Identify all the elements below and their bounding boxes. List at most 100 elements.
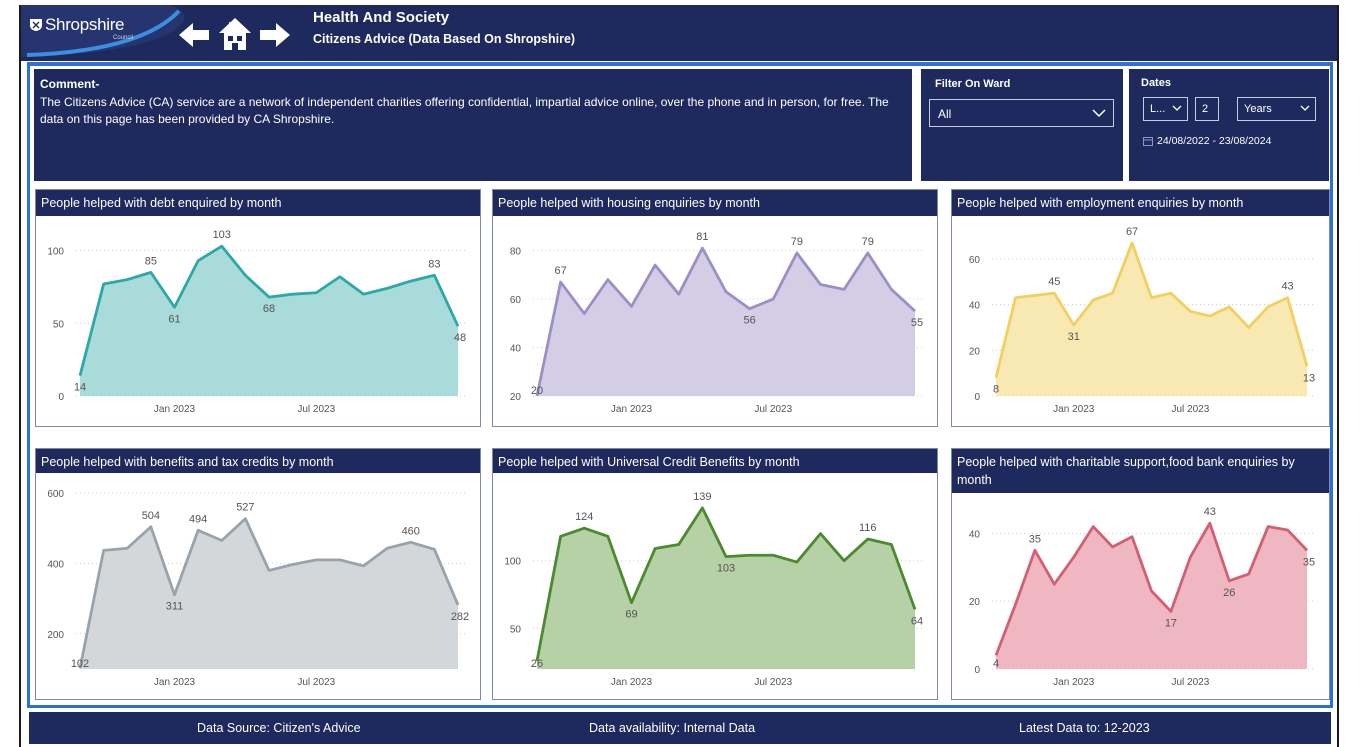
comment-title: Comment- [40,77,100,91]
data-label: 4 [993,658,999,670]
data-label: 103 [717,563,735,575]
date-number-input[interactable]: 2 [1195,97,1219,121]
series-area [996,242,1307,396]
universal-credit-chart: 50 100 Jan 2023 Jul 2023 26 124 69 139 103 116 64 [504,491,923,688]
data-label: 61 [168,313,180,325]
data-label: 85 [145,255,157,267]
series-area [537,248,915,396]
data-label: 81 [696,231,708,243]
debt-chart: 0 50 100 Jan 2023 Jul 2023 14 85 61 103 68 83 48 [47,229,466,415]
y-tick-label: 40 [969,301,981,312]
chart-title: People helped with housing enquiries by … [493,190,937,216]
data-label: 79 [791,236,803,248]
data-label: 14 [74,382,86,394]
data-label: 79 [862,236,874,248]
logo-text: Shropshire [45,15,125,34]
y-tick-label: 100 [504,557,521,568]
comment-body: The Citizens Advice (CA) service are a n… [40,95,889,126]
data-label: 102 [71,658,89,670]
y-tick-label: 600 [47,489,64,500]
logo-subtext: Council [113,35,134,41]
chart-card-housing: People helped with housing enquiries by … [492,189,938,427]
x-tick-label: Jul 2023 [1171,677,1209,688]
data-label: 67 [555,265,567,277]
data-label: 311 [166,601,184,613]
y-tick-label: 0 [974,392,980,403]
date-number-value: 2 [1202,103,1209,115]
data-label: 282 [451,611,469,623]
page-subtitle: Citizens Advice (Data Based On Shropshir… [313,32,576,46]
data-label: 35 [1029,533,1041,545]
ward-filter-dropdown[interactable]: All [929,99,1114,127]
chart-title: People helped with debt enquired by mont… [36,190,480,216]
y-tick-label: 40 [969,529,981,540]
date-unit-value: Years [1244,103,1272,115]
data-label: 31 [1068,331,1080,343]
chevron-down-icon [1092,109,1106,118]
y-tick-label: 0 [58,392,64,403]
y-tick-label: 200 [47,630,64,641]
header-bar: Shropshire Council Health And Society Ci… [21,5,1337,61]
data-label: 13 [1303,372,1315,384]
dates-filter-panel: Dates L... 2 Years 24/08/2022 - 23/08/20… [1129,69,1329,181]
chevron-down-icon [1300,105,1310,111]
footer-bar: Data Source: Citizen's Advice Data avail… [29,712,1331,744]
y-tick-label: 20 [969,597,981,608]
data-label: 139 [693,491,711,503]
data-label: 35 [1303,556,1315,568]
x-tick-label: Jan 2023 [1053,404,1095,415]
date-mode-dropdown[interactable]: L... [1143,97,1188,121]
y-tick-label: 80 [510,247,522,258]
benefits-chart: 200 400 600 Jan 2023 Jul 2023 102 504 311 494 527… [47,489,469,688]
x-tick-label: Jul 2023 [754,677,792,688]
chevron-down-icon [1172,105,1182,111]
chart-card-universal-credit: People helped with Universal Credit Bene… [492,448,938,700]
x-tick-label: Jul 2023 [754,404,792,415]
data-label: 17 [1165,617,1177,629]
date-mode-value: L... [1150,103,1166,115]
data-label: 116 [859,522,877,534]
charitable-chart: 0 20 40 Jan 2023 Jul 2023 4 35 17 43 26 35 [969,506,1315,688]
data-label: 56 [744,315,756,327]
ward-filter-label: Filter On Ward [935,78,1011,90]
y-tick-label: 400 [47,559,64,570]
series-area [80,246,458,396]
data-label: 26 [1223,587,1235,599]
y-tick-label: 20 [510,392,522,403]
housing-chart: 20 40 60 80 Jan 2023 Jul 2023 20 67 81 56 79 79 55 [510,231,923,415]
y-tick-label: 50 [53,319,65,330]
data-label: 494 [189,513,207,525]
home-icon[interactable] [217,16,253,52]
data-label: 55 [911,317,923,329]
comment-panel: Comment- The Citizens Advice (CA) servic… [34,69,912,181]
y-tick-label: 20 [969,346,981,357]
ward-filter-panel: Filter On Ward All [921,69,1123,181]
y-tick-label: 40 [510,344,522,355]
data-label: 64 [911,615,923,627]
chart-title: People helped with charitable support,fo… [952,449,1329,493]
footer-data-source: Data Source: Citizen's Advice [197,721,361,735]
ward-filter-value: All [938,107,952,121]
data-label: 43 [1204,506,1216,518]
x-tick-label: Jan 2023 [611,677,653,688]
data-label: 527 [236,502,254,514]
data-label: 504 [142,510,160,522]
date-range-text: 24/08/2022 - 23/08/2024 [1143,135,1271,147]
chart-title: People helped with Universal Credit Bene… [493,449,937,473]
data-label: 68 [263,303,275,315]
data-label: 43 [1281,281,1293,293]
data-label: 83 [428,258,440,270]
page-title: Health And Society [313,9,450,26]
x-tick-label: Jul 2023 [1171,404,1209,415]
dates-label: Dates [1141,77,1171,89]
x-tick-label: Jul 2023 [297,404,335,415]
arrow-left-icon[interactable] [177,19,211,51]
data-label: 48 [454,332,466,344]
date-unit-dropdown[interactable]: Years [1237,97,1316,121]
y-tick-label: 60 [969,255,981,266]
x-tick-label: Jan 2023 [1053,677,1095,688]
y-tick-label: 0 [974,665,980,676]
data-label: 124 [575,511,593,523]
arrow-right-icon[interactable] [258,19,292,51]
employment-chart: 0 20 40 60 Jan 2023 Jul 2023 8 45 31 67 43 13 [969,226,1315,415]
